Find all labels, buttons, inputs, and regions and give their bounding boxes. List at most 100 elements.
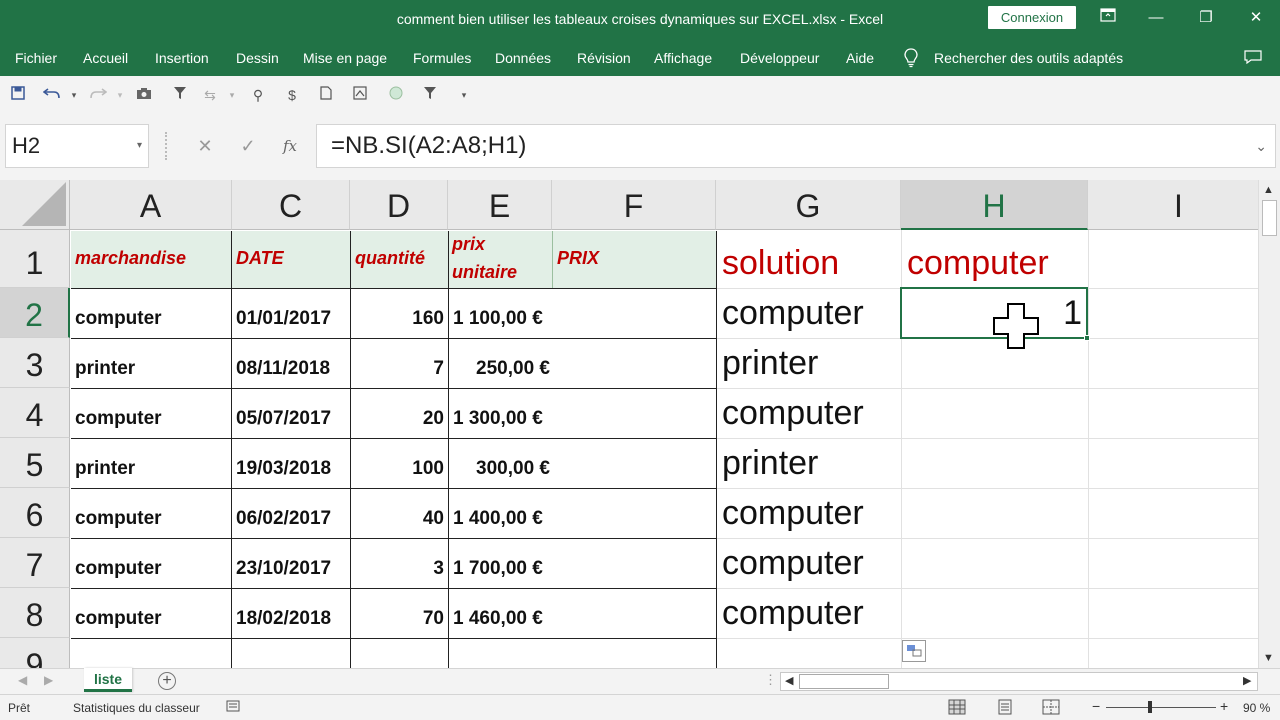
column-header-c[interactable]: C <box>232 180 350 230</box>
lightbulb-icon[interactable] <box>903 48 919 68</box>
header-quantite[interactable]: quantité <box>355 248 425 269</box>
column-header-g[interactable]: G <box>716 180 901 230</box>
cell-date[interactable]: 08/11/2018 <box>236 358 330 380</box>
cancel-icon[interactable]: ✕ <box>193 134 217 158</box>
row-header-3[interactable]: 3 <box>0 338 70 388</box>
formula-input[interactable]: =NB.SI(A2:A8;H1) ⌄ <box>316 124 1276 168</box>
camera-icon[interactable] <box>134 85 154 105</box>
search-tools[interactable]: Rechercher des outils adaptés <box>934 50 1123 66</box>
cell-qty[interactable]: 70 <box>350 608 444 630</box>
arrows-icon[interactable]: ⇆ <box>200 85 220 105</box>
image-icon[interactable] <box>350 85 370 105</box>
cell-solution[interactable]: computer <box>722 494 864 533</box>
name-box-dropdown-icon[interactable]: ▾ <box>137 125 142 167</box>
sheet-tab-liste[interactable]: liste <box>84 668 132 692</box>
quick-analysis-icon[interactable] <box>902 640 926 662</box>
cell-qty[interactable]: 3 <box>350 558 444 580</box>
tab-accueil[interactable]: Accueil <box>83 50 128 66</box>
horizontal-scroll-thumb[interactable] <box>799 674 889 689</box>
tab-dessin[interactable]: Dessin <box>236 50 279 66</box>
header-marchandise[interactable]: marchandise <box>75 248 186 269</box>
zoom-in-button[interactable]: + <box>1220 698 1228 714</box>
filter-2-icon[interactable] <box>420 85 440 105</box>
scroll-right-icon[interactable]: ▶ <box>1243 674 1251 687</box>
cell-item[interactable]: printer <box>75 458 135 480</box>
cell-item[interactable]: computer <box>75 508 162 530</box>
header-prix-unitaire-line1[interactable]: prix <box>452 234 485 255</box>
column-header-f[interactable]: F <box>552 180 716 230</box>
vertical-scrollbar[interactable]: ▲ ▼ <box>1258 180 1280 668</box>
shape-icon[interactable] <box>386 85 406 105</box>
scroll-up-icon[interactable]: ▲ <box>1263 184 1274 196</box>
insert-function-icon[interactable]: fx <box>278 134 302 158</box>
confirm-icon[interactable]: ✓ <box>236 134 260 158</box>
redo-dropdown-icon[interactable]: ▾ <box>110 85 130 105</box>
tab-revision[interactable]: Révision <box>577 50 631 66</box>
ribbon-display-options-icon[interactable] <box>1094 6 1122 30</box>
close-button[interactable]: ✕ <box>1242 6 1270 30</box>
row-header-7[interactable]: 7 <box>0 538 70 588</box>
header-prix[interactable]: PRIX <box>557 248 599 269</box>
cell-price[interactable]: 250,00 € <box>448 358 550 380</box>
cell-item[interactable]: computer <box>75 558 162 580</box>
tab-developpeur[interactable]: Développeur <box>740 50 819 66</box>
page-layout-view-icon[interactable] <box>996 699 1014 715</box>
row-header-5[interactable]: 5 <box>0 438 70 488</box>
cell-date[interactable]: 19/03/2018 <box>236 458 331 480</box>
vertical-scroll-thumb[interactable] <box>1262 200 1277 236</box>
column-header-e[interactable]: E <box>448 180 552 230</box>
page-break-view-icon[interactable] <box>1042 699 1060 715</box>
cell-date[interactable]: 23/10/2017 <box>236 558 331 580</box>
cell-price[interactable]: 1 400,00 € <box>453 508 543 530</box>
currency-icon[interactable]: $ <box>282 85 302 105</box>
cell-solution[interactable]: computer <box>722 544 864 583</box>
customize-toolbar-icon[interactable]: ▾ <box>454 85 474 105</box>
tab-affichage[interactable]: Affichage <box>654 50 712 66</box>
tab-aide[interactable]: Aide <box>846 50 874 66</box>
header-date[interactable]: DATE <box>236 248 284 269</box>
tab-split-handle-icon[interactable]: ⋮ <box>764 672 777 688</box>
undo-dropdown-icon[interactable]: ▾ <box>64 85 84 105</box>
column-header-i[interactable]: I <box>1088 180 1258 230</box>
cell-solution[interactable]: computer <box>722 294 864 333</box>
name-box[interactable]: H2 ▾ <box>5 124 149 168</box>
link-icon[interactable]: ⚲ <box>248 85 268 105</box>
cell-price[interactable]: 1 100,00 € <box>453 308 543 330</box>
cell-date[interactable]: 18/02/2018 <box>236 608 331 630</box>
cell-qty[interactable]: 100 <box>350 458 444 480</box>
cell-qty[interactable]: 40 <box>350 508 444 530</box>
horizontal-scrollbar[interactable]: ◀ ▶ <box>780 672 1258 691</box>
row-header-9[interactable]: 9 <box>0 638 70 668</box>
header-solution[interactable]: solution <box>722 244 839 283</box>
row-header-1[interactable]: 1 <box>0 230 70 288</box>
comments-icon[interactable] <box>1244 50 1262 65</box>
new-page-icon[interactable] <box>316 85 336 105</box>
arrows-dropdown-icon[interactable]: ▾ <box>222 85 242 105</box>
column-header-d[interactable]: D <box>350 180 448 230</box>
cell-solution[interactable]: printer <box>722 344 818 383</box>
row-header-4[interactable]: 4 <box>0 388 70 438</box>
cell-item[interactable]: computer <box>75 308 162 330</box>
criteria-cell-h1[interactable]: computer <box>907 244 1049 283</box>
expand-formula-icon[interactable]: ⌄ <box>1255 125 1267 167</box>
tab-donnees[interactable]: Données <box>495 50 551 66</box>
undo-icon[interactable] <box>42 85 62 105</box>
cell-date[interactable]: 05/07/2017 <box>236 408 331 430</box>
row-header-2[interactable]: 2 <box>0 288 70 338</box>
minimize-button[interactable]: — <box>1142 6 1170 30</box>
cell-price[interactable]: 300,00 € <box>448 458 550 480</box>
cell-item[interactable]: computer <box>75 408 162 430</box>
cell-solution[interactable]: printer <box>722 444 818 483</box>
restore-button[interactable]: ❐ <box>1192 6 1220 30</box>
fill-handle[interactable] <box>1084 335 1090 341</box>
zoom-level[interactable]: 90 % <box>1243 701 1270 715</box>
sheet-prev-icon[interactable]: ◀ <box>18 673 27 687</box>
tab-fichier[interactable]: Fichier <box>15 50 57 66</box>
tab-mise-en-page[interactable]: Mise en page <box>303 50 387 66</box>
connexion-button[interactable]: Connexion <box>988 6 1076 29</box>
spreadsheet-grid[interactable]: A C D E F G H I 1 2 3 4 5 6 7 8 9 marcha… <box>0 180 1258 668</box>
cell-solution[interactable]: computer <box>722 394 864 433</box>
cell-solution[interactable]: computer <box>722 594 864 633</box>
filter-icon[interactable] <box>170 85 190 105</box>
cell-price[interactable]: 1 300,00 € <box>453 408 543 430</box>
